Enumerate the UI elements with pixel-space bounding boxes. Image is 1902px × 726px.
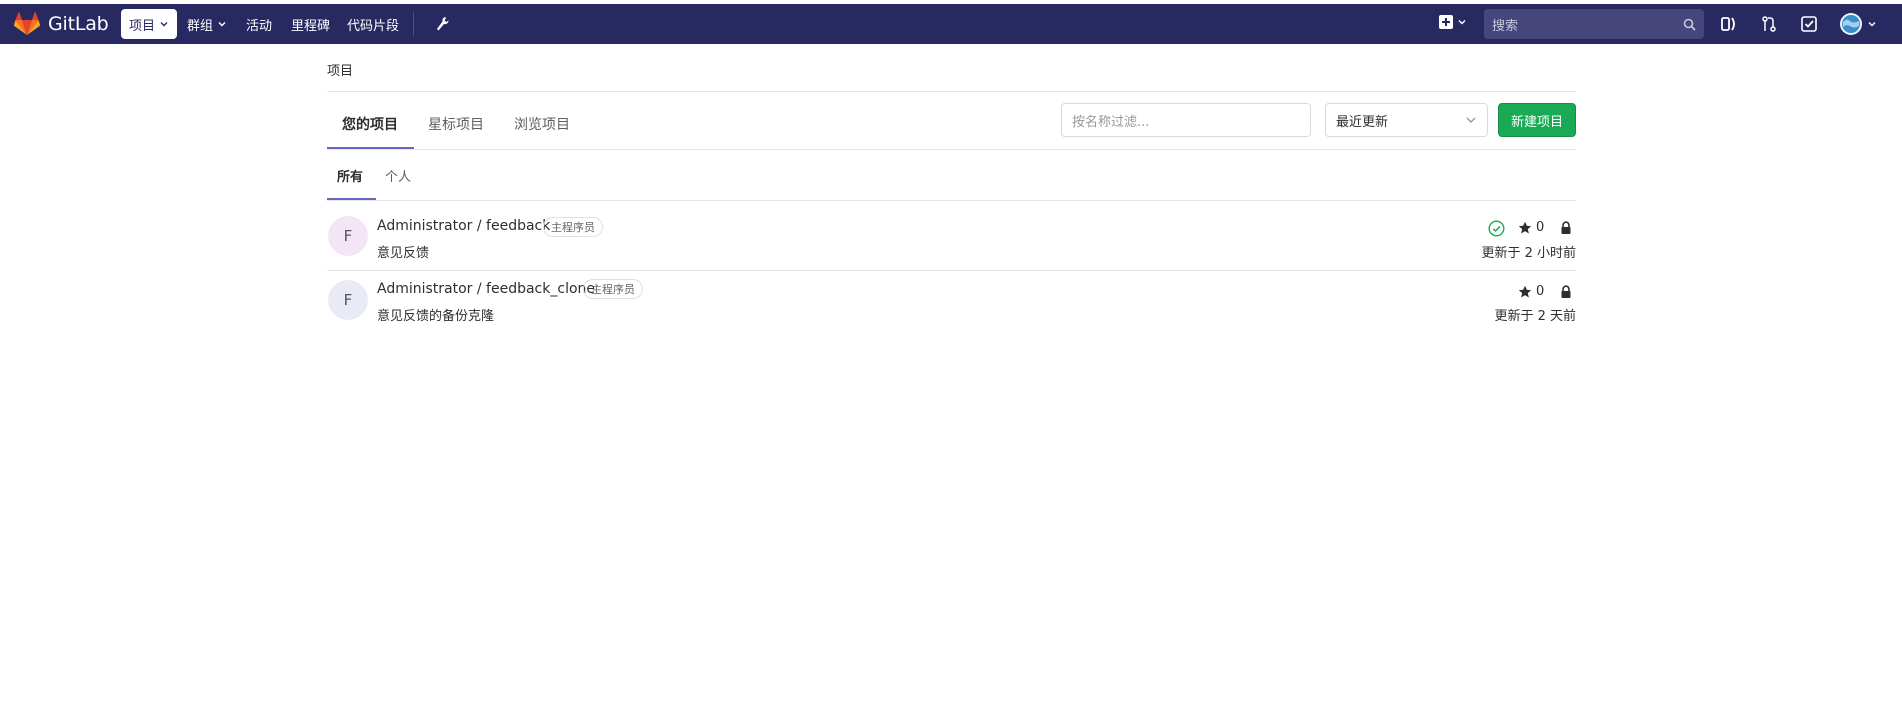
tab-your-projects[interactable]: 您的项目	[342, 114, 398, 134]
row-divider	[327, 270, 1576, 271]
star-count-value: 0	[1536, 220, 1545, 235]
tabs-divider	[327, 149, 1576, 150]
breadcrumb-divider	[327, 91, 1576, 92]
nav-milestones[interactable]: 里程碑	[283, 9, 338, 39]
star-icon	[1518, 285, 1532, 297]
lock-icon	[1561, 285, 1571, 298]
tab-explore-projects[interactable]: 浏览项目	[514, 114, 570, 134]
issues-icon[interactable]	[1719, 14, 1739, 34]
nav-groups-dropdown[interactable]: 群组	[179, 9, 235, 39]
subtab-personal[interactable]: 个人	[385, 166, 411, 185]
project-avatar[interactable]: F	[328, 280, 368, 320]
todo-check-icon[interactable]	[1799, 14, 1819, 34]
sort-dropdown[interactable]: 最近更新	[1325, 103, 1488, 137]
star-count[interactable]: 0	[1518, 284, 1544, 299]
search-icon	[1683, 18, 1696, 31]
sort-selected-label: 最近更新	[1336, 114, 1389, 130]
gitlab-home-link[interactable]: GitLab	[14, 12, 109, 36]
project-title-link[interactable]: Administrator / feedback_clone	[377, 281, 595, 297]
lock-icon	[1561, 221, 1571, 234]
filter-by-name-input[interactable]: 按名称过滤...	[1061, 103, 1311, 137]
chevron-down-icon	[160, 22, 168, 27]
star-count[interactable]: 0	[1518, 220, 1544, 235]
brand-name: GitLab	[48, 13, 109, 35]
chevron-down-icon	[1466, 117, 1476, 123]
nav-projects-dropdown[interactable]: 项目	[121, 9, 178, 39]
chevron-down-icon	[1458, 20, 1466, 25]
user-avatar	[1840, 13, 1862, 35]
tab-starred-projects[interactable]: 星标项目	[428, 114, 484, 134]
star-icon	[1518, 221, 1532, 233]
user-menu-dropdown[interactable]	[1839, 12, 1877, 36]
merge-request-icon[interactable]	[1759, 14, 1779, 34]
project-avatar[interactable]: F	[328, 216, 368, 256]
role-badge: 主程序员	[543, 217, 603, 237]
role-badge: 主程序员	[583, 279, 643, 299]
top-navbar: GitLab 项目 群组 活动 里程碑 代码片段 搜索	[0, 4, 1902, 44]
search-input[interactable]: 搜索	[1484, 9, 1704, 39]
nav-activity[interactable]: 活动	[238, 9, 280, 39]
updated-time: 更新于 2 小时前	[1481, 246, 1576, 261]
breadcrumb[interactable]: 项目	[327, 60, 353, 79]
filter-placeholder: 按名称过滤...	[1072, 114, 1150, 130]
plus-square-icon	[1439, 15, 1453, 29]
nav-groups-label: 群组	[187, 18, 214, 34]
admin-wrench-icon[interactable]	[432, 14, 452, 34]
star-count-value: 0	[1536, 284, 1545, 299]
chevron-down-icon	[218, 22, 226, 27]
nav-activity-label: 活动	[246, 18, 273, 34]
new-project-button[interactable]: 新建项目	[1498, 103, 1576, 137]
project-description: 意见反馈	[377, 246, 430, 261]
subtab-all[interactable]: 所有	[337, 166, 363, 185]
nav-milestones-label: 里程碑	[291, 18, 331, 34]
subtabs-divider	[327, 200, 1576, 201]
project-title-link[interactable]: Administrator / feedback	[377, 218, 550, 234]
updated-time: 更新于 2 天前	[1494, 309, 1576, 324]
nav-snippets-label: 代码片段	[347, 18, 400, 34]
nav-snippets[interactable]: 代码片段	[339, 9, 407, 39]
chevron-down-icon	[1868, 22, 1876, 27]
nav-projects-label: 项目	[129, 18, 156, 34]
new-item-dropdown[interactable]	[1438, 14, 1467, 30]
gitlab-logo-icon	[14, 12, 40, 35]
project-description: 意见反馈的备份克隆	[377, 309, 495, 324]
search-placeholder: 搜索	[1492, 18, 1519, 34]
nav-divider	[413, 12, 414, 36]
pipeline-passed-icon[interactable]	[1488, 220, 1505, 237]
